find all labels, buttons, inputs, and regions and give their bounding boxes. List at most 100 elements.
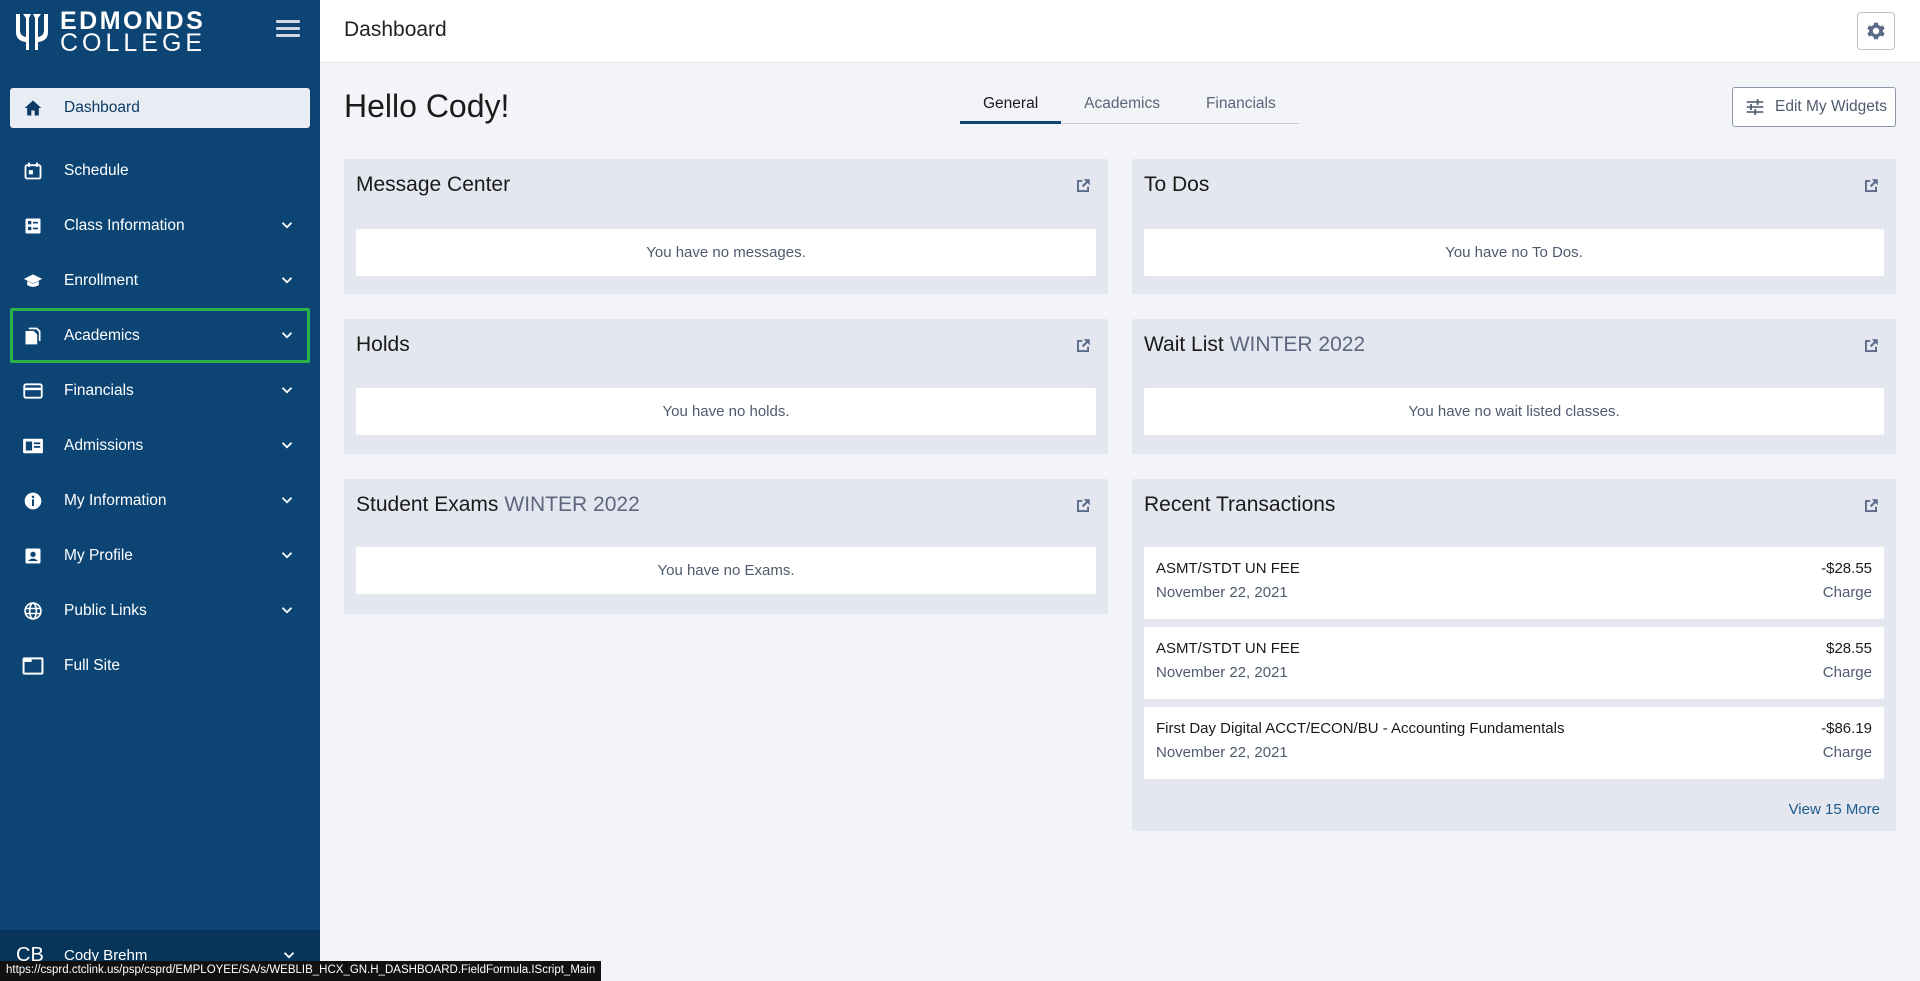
transaction-row[interactable]: ASMT/STDT UN FEE November 22, 2021 -$28.… <box>1144 547 1884 619</box>
empty-state-text: You have no Exams. <box>356 547 1096 594</box>
sliders-icon <box>1746 99 1764 115</box>
waitlist-card: Wait List WINTER 2022 You have no wait li… <box>1132 319 1896 454</box>
brand-subname: COLLEGE <box>60 29 207 57</box>
edit-widgets-label: Edit My Widgets <box>1775 98 1887 115</box>
sidebar-item-academics[interactable]: Academics <box>10 308 310 363</box>
chevron-down-icon <box>281 387 293 394</box>
sidebar-item-financials[interactable]: Financials <box>10 363 310 418</box>
holds-card: Holds You have no holds. <box>344 319 1108 454</box>
trident-logo-icon <box>16 14 48 50</box>
sidebar-item-enrollment[interactable]: Enrollment <box>10 253 310 308</box>
chevron-down-icon <box>281 497 293 504</box>
sidebar-item-admissions[interactable]: Admissions <box>10 418 310 473</box>
external-link-icon[interactable] <box>1862 177 1880 195</box>
sidebar-item-label: Class Information <box>64 216 185 234</box>
sidebar-item-label: My Information <box>64 491 167 509</box>
chevron-down-icon <box>281 222 293 229</box>
transaction-type: Charge <box>1822 584 1872 601</box>
chevron-down-icon <box>281 552 293 559</box>
external-link-icon[interactable] <box>1862 497 1880 515</box>
sidebar-item-label: Schedule <box>64 161 129 179</box>
tab-academics[interactable]: Academics <box>1061 92 1183 124</box>
transaction-date: November 22, 2021 <box>1156 664 1288 681</box>
documents-icon <box>22 325 44 347</box>
empty-state-text: You have no holds. <box>356 388 1096 435</box>
chevron-down-icon <box>281 332 293 339</box>
sidebar-item-public-links[interactable]: Public Links <box>10 583 310 638</box>
transaction-date: November 22, 2021 <box>1156 744 1288 761</box>
sidebar-item-full-site[interactable]: Full Site <box>10 638 310 693</box>
transaction-amount: $28.55 <box>1826 640 1872 657</box>
message-center-card: Message Center You have no messages. <box>344 159 1108 294</box>
transaction-description: First Day Digital ACCT/ECON/BU - Account… <box>1156 720 1565 737</box>
external-link-icon[interactable] <box>1862 337 1880 355</box>
sidebar-item-label: My Profile <box>64 546 133 564</box>
chevron-down-icon <box>281 277 293 284</box>
term-label: WINTER 2022 <box>1229 333 1366 356</box>
transaction-description: ASMT/STDT UN FEE <box>1156 640 1300 657</box>
external-link-icon[interactable] <box>1074 497 1092 515</box>
status-bar-url: https://csprd.ctclink.us/psp/csprd/EMPLO… <box>0 961 602 981</box>
empty-state-text: You have no messages. <box>356 229 1096 276</box>
view-more-link[interactable]: View 15 More <box>1789 801 1880 818</box>
profile-badge-icon <box>22 545 44 567</box>
globe-icon <box>22 600 44 622</box>
sidebar-item-label: Financials <box>64 381 134 399</box>
calendar-icon <box>22 160 44 182</box>
sidebar-item-class-information[interactable]: Class Information <box>10 198 310 253</box>
sidebar-item-label: Enrollment <box>64 271 139 289</box>
sidebar-item-label: Full Site <box>64 656 120 674</box>
card-title: Message Center <box>356 173 511 196</box>
credit-card-icon <box>22 380 44 402</box>
transaction-description: ASMT/STDT UN FEE <box>1156 560 1300 577</box>
dashboard-tabs: General Academics Financials <box>960 92 1299 124</box>
tab-financials[interactable]: Financials <box>1183 92 1299 124</box>
chevron-down-icon <box>281 607 293 614</box>
window-icon <box>22 655 44 677</box>
sidebar-item-label: Admissions <box>64 436 144 454</box>
graduation-cap-icon <box>22 270 44 292</box>
recent-transactions-card: Recent Transactions ASMT/STDT UN FEE Nov… <box>1132 479 1896 831</box>
card-title: Student Exams WINTER 2022 <box>356 493 640 517</box>
top-header: Dashboard <box>320 0 1920 63</box>
transaction-row[interactable]: ASMT/STDT UN FEE November 22, 2021 $28.5… <box>1144 627 1884 699</box>
sidebar-item-label: Academics <box>64 326 140 344</box>
sidebar-item-my-profile[interactable]: My Profile <box>10 528 310 583</box>
sidebar-item-my-information[interactable]: My Information <box>10 473 310 528</box>
class-list-icon <box>22 215 44 237</box>
greeting-heading: Hello Cody! <box>344 88 510 124</box>
transaction-type: Charge <box>1822 664 1872 681</box>
sidebar-item-dashboard[interactable]: Dashboard <box>10 88 310 128</box>
sidebar-item-label: Public Links <box>64 601 147 619</box>
todos-card: To Dos You have no To Dos. <box>1132 159 1896 294</box>
sidebar-item-label: Dashboard <box>64 99 140 116</box>
transaction-date: November 22, 2021 <box>1156 584 1288 601</box>
external-link-icon[interactable] <box>1074 337 1092 355</box>
card-title-text: Wait List <box>1144 333 1224 356</box>
card-title-text: Student Exams <box>356 493 499 516</box>
menu-toggle-icon[interactable] <box>276 20 300 40</box>
external-link-icon[interactable] <box>1074 177 1092 195</box>
student-exams-card: Student Exams WINTER 2022 You have no Exa… <box>344 479 1108 614</box>
home-icon <box>22 97 44 119</box>
transaction-amount: -$86.19 <box>1821 720 1872 737</box>
tab-general[interactable]: General <box>960 92 1062 124</box>
transaction-amount: -$28.55 <box>1821 560 1872 577</box>
empty-state-text: You have no To Dos. <box>1144 229 1884 276</box>
transaction-row[interactable]: First Day Digital ACCT/ECON/BU - Account… <box>1144 707 1884 779</box>
chevron-down-icon <box>281 442 293 449</box>
id-card-icon <box>22 435 44 457</box>
gear-icon <box>1867 22 1885 40</box>
term-label: WINTER 2022 <box>504 493 640 516</box>
transaction-type: Charge <box>1822 744 1872 761</box>
card-title: Holds <box>356 333 410 356</box>
page-title: Dashboard <box>344 18 447 41</box>
sidebar-item-schedule[interactable]: Schedule <box>10 143 310 198</box>
info-icon <box>22 490 44 512</box>
edit-widgets-button[interactable]: Edit My Widgets <box>1732 87 1896 127</box>
college-logo[interactable]: EDMONDS COLLEGE <box>12 9 207 57</box>
sidebar-nav: Dashboard Schedule Class Information Enr… <box>10 88 310 693</box>
card-title: Wait List WINTER 2022 <box>1144 333 1365 357</box>
settings-button[interactable] <box>1857 12 1895 50</box>
empty-state-text: You have no wait listed classes. <box>1144 388 1884 435</box>
